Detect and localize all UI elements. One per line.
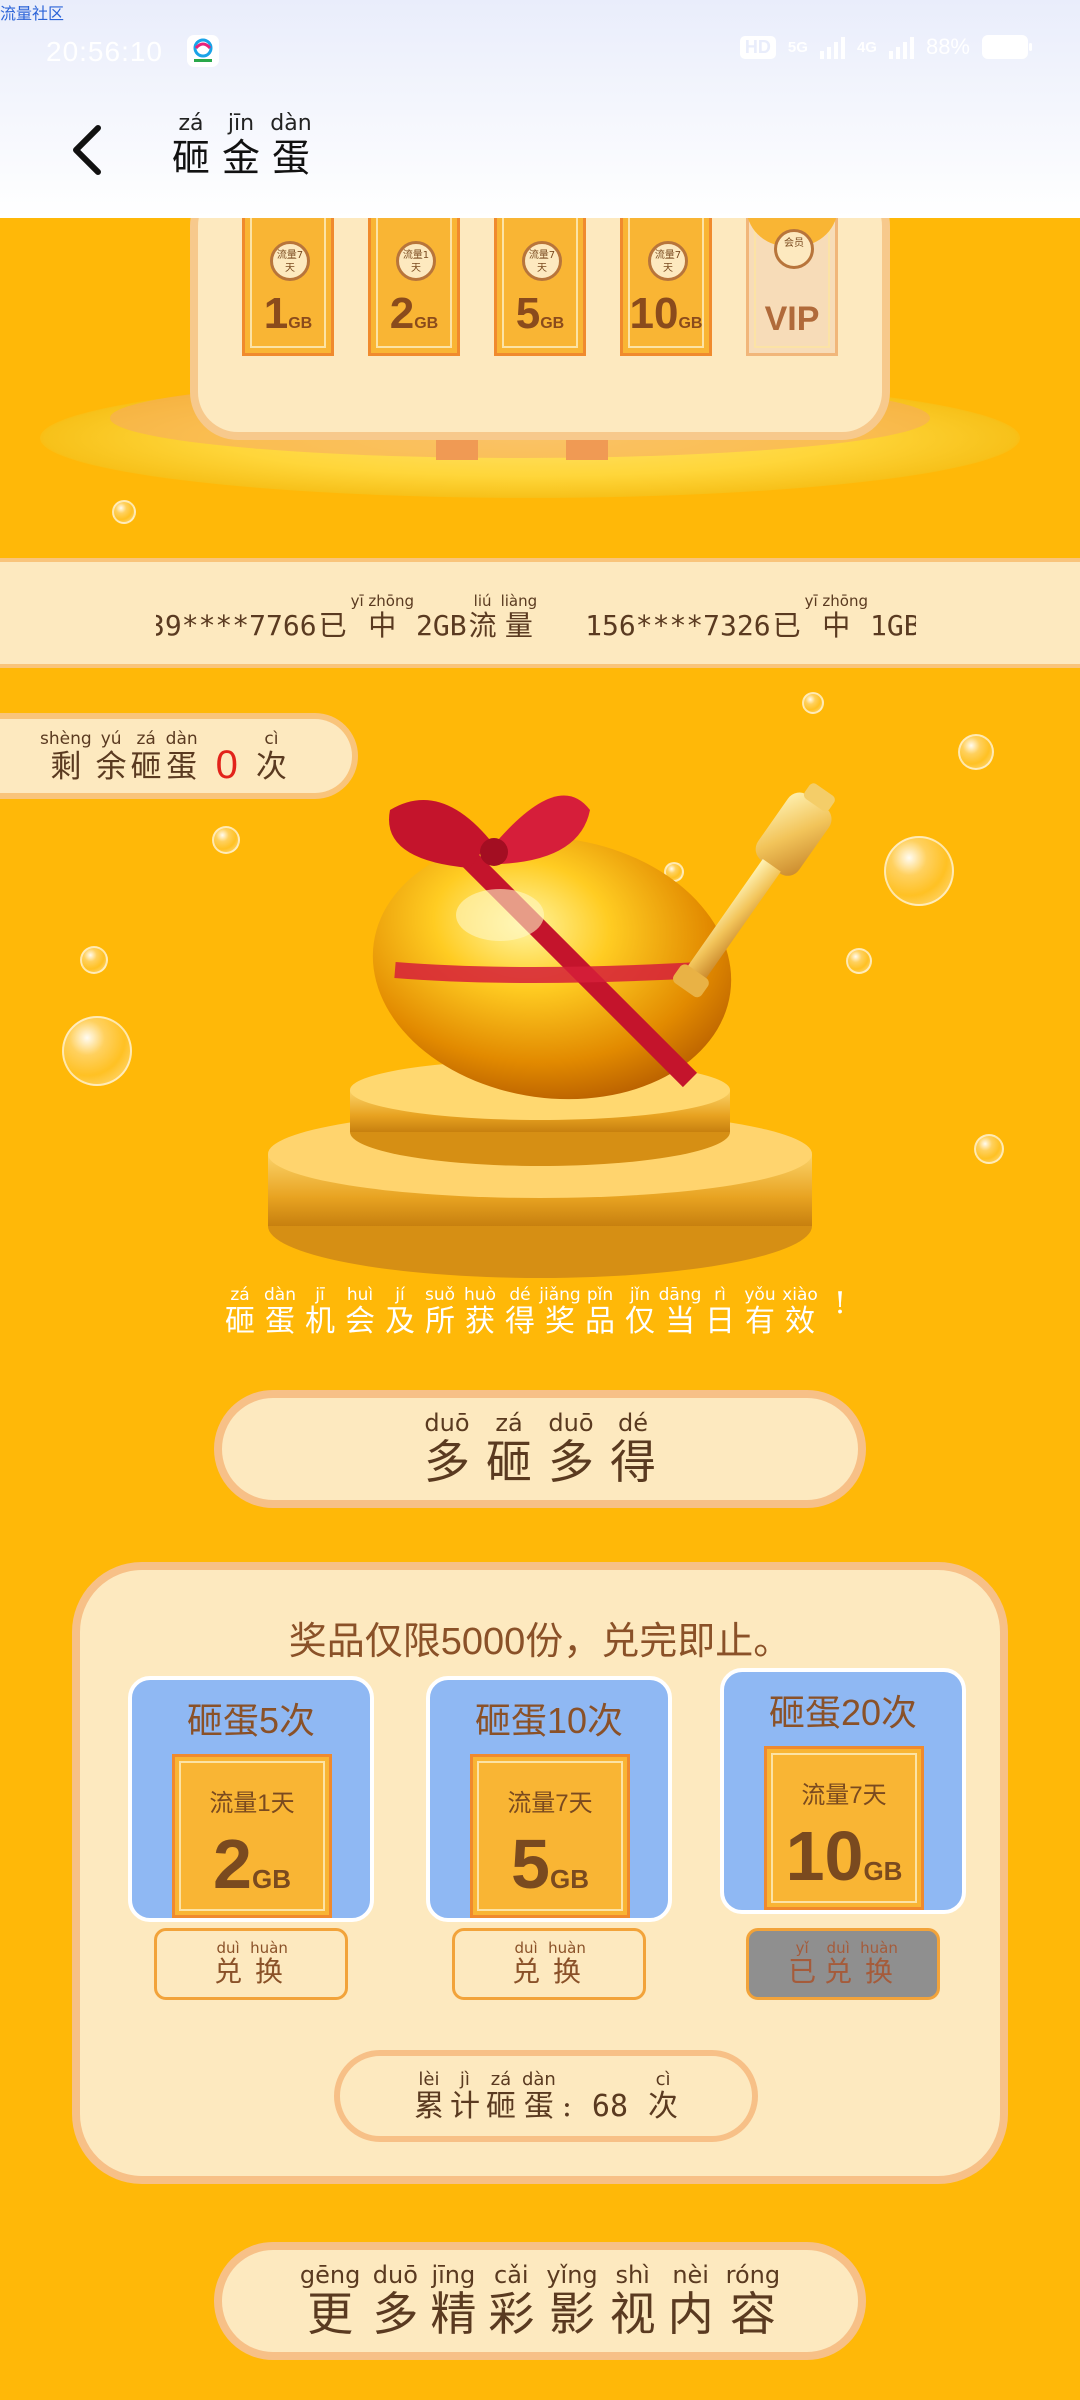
prize-badge: 流量7天 bbox=[522, 241, 562, 281]
prize-showcase: 流量7天 1GB 流量1天 2GB 流量7天 5GB 流量7天 10GB 会员 … bbox=[0, 218, 1080, 558]
title-char: jīn 金 bbox=[221, 111, 260, 181]
top-bar: 流量社区 20:56:10 HD 5G 4G 88% zá 砸 jīn 金 dàn 蛋 bbox=[0, 0, 1080, 218]
reward-card-5: 砸蛋5次 流量1天 2GB bbox=[128, 1676, 374, 1922]
status-right: HD 5G 4G 88% bbox=[739, 34, 1032, 60]
network-5g: 5G bbox=[787, 38, 808, 56]
prize-badge: 流量7天 bbox=[270, 241, 310, 281]
reward-card-10: 砸蛋10次 流量7天 5GB bbox=[426, 1676, 672, 1922]
back-arrow-icon[interactable] bbox=[64, 120, 114, 180]
signal-icon-2 bbox=[888, 35, 914, 59]
prize-card-1gb: 流量7天 1GB bbox=[242, 218, 334, 356]
prize-card-5gb: 流量7天 5GB bbox=[494, 218, 586, 356]
validity-note: zá 砸 dàn 蛋 jī 机 huì 会 jí 及 suǒ 所 huò 获 dé 得 jiǎn… bbox=[225, 1285, 847, 1339]
prize-card-10gb: 流量7天 10GB bbox=[620, 218, 712, 356]
prize-board: 流量7天 1GB 流量1天 2GB 流量7天 5GB 流量7天 10GB 会员 … bbox=[190, 218, 890, 440]
rewards-title: 奖品仅限5000份，兑完即止。 bbox=[288, 1621, 792, 1663]
rewards-panel: 奖品仅限5000份，兑完即止。 砸蛋5次 流量1天 2GB 砸蛋10次 流量7天… bbox=[72, 1562, 1008, 2184]
prize-badge: 流量7天 bbox=[648, 241, 688, 281]
more-content-button[interactable]: gēng 更 duō 多 jīng 精 cǎi 彩 yǐng 影 shì 视 nèi 内 ró… bbox=[214, 2242, 866, 2360]
total-count-value: 68 bbox=[591, 2089, 629, 2124]
prize-card-vip: 会员 VIP bbox=[746, 218, 838, 356]
redeemed-button-20[interactable]: yǐ 已 duì 兑 huàn 换 bbox=[746, 1928, 940, 2000]
winner-ticker: 39****7766 已 yī zhōng 中 2GB liú 流 liàng 量 1… bbox=[0, 558, 1080, 668]
network-4g: 4G bbox=[856, 38, 877, 56]
hammer-icon bbox=[673, 783, 835, 998]
redeem-button-10[interactable]: duì 兑 huàn 换 bbox=[452, 1928, 646, 2000]
prize-badge: 会员 bbox=[774, 229, 814, 269]
title-char: dàn 蛋 bbox=[270, 111, 312, 181]
battery-icon bbox=[982, 35, 1032, 59]
prize-card-2gb: 流量1天 2GB bbox=[368, 218, 460, 356]
page-title: zá 砸 jīn 金 dàn 蛋 bbox=[168, 111, 314, 181]
battery-percent: 88% bbox=[925, 34, 970, 59]
hd-badge: HD bbox=[739, 35, 776, 59]
total-smash-count: lèi 累 jì 计 zá 砸 dàn 蛋 : 68 cì 次 bbox=[334, 2050, 758, 2142]
golden-egg-stage[interactable] bbox=[0, 740, 1080, 1300]
ticker-item: 39****7766 已 yī zhōng 中 2GB liú 流 liàng 量 bbox=[156, 592, 538, 642]
bubble-decoration bbox=[112, 500, 136, 524]
corner-tag: 流量社区 bbox=[0, 4, 65, 23]
prize-badge: 流量1天 bbox=[396, 241, 436, 281]
ticker-item: 156****7326 已 yī zhōng 中 1GB bbox=[585, 592, 916, 642]
reward-card-20: 砸蛋20次 流量7天 10GB bbox=[720, 1668, 966, 1914]
title-char: zá 砸 bbox=[171, 111, 210, 181]
signal-icon bbox=[819, 35, 845, 59]
status-time: 20:56:10 bbox=[46, 36, 163, 67]
smash-more-button[interactable]: duō 多 zá 砸 duō 多 dé 得 bbox=[214, 1390, 866, 1508]
redeem-button-5[interactable]: duì 兑 huàn 换 bbox=[154, 1928, 348, 2000]
app-notification-icon bbox=[187, 35, 219, 67]
bubble-decoration bbox=[802, 692, 824, 714]
